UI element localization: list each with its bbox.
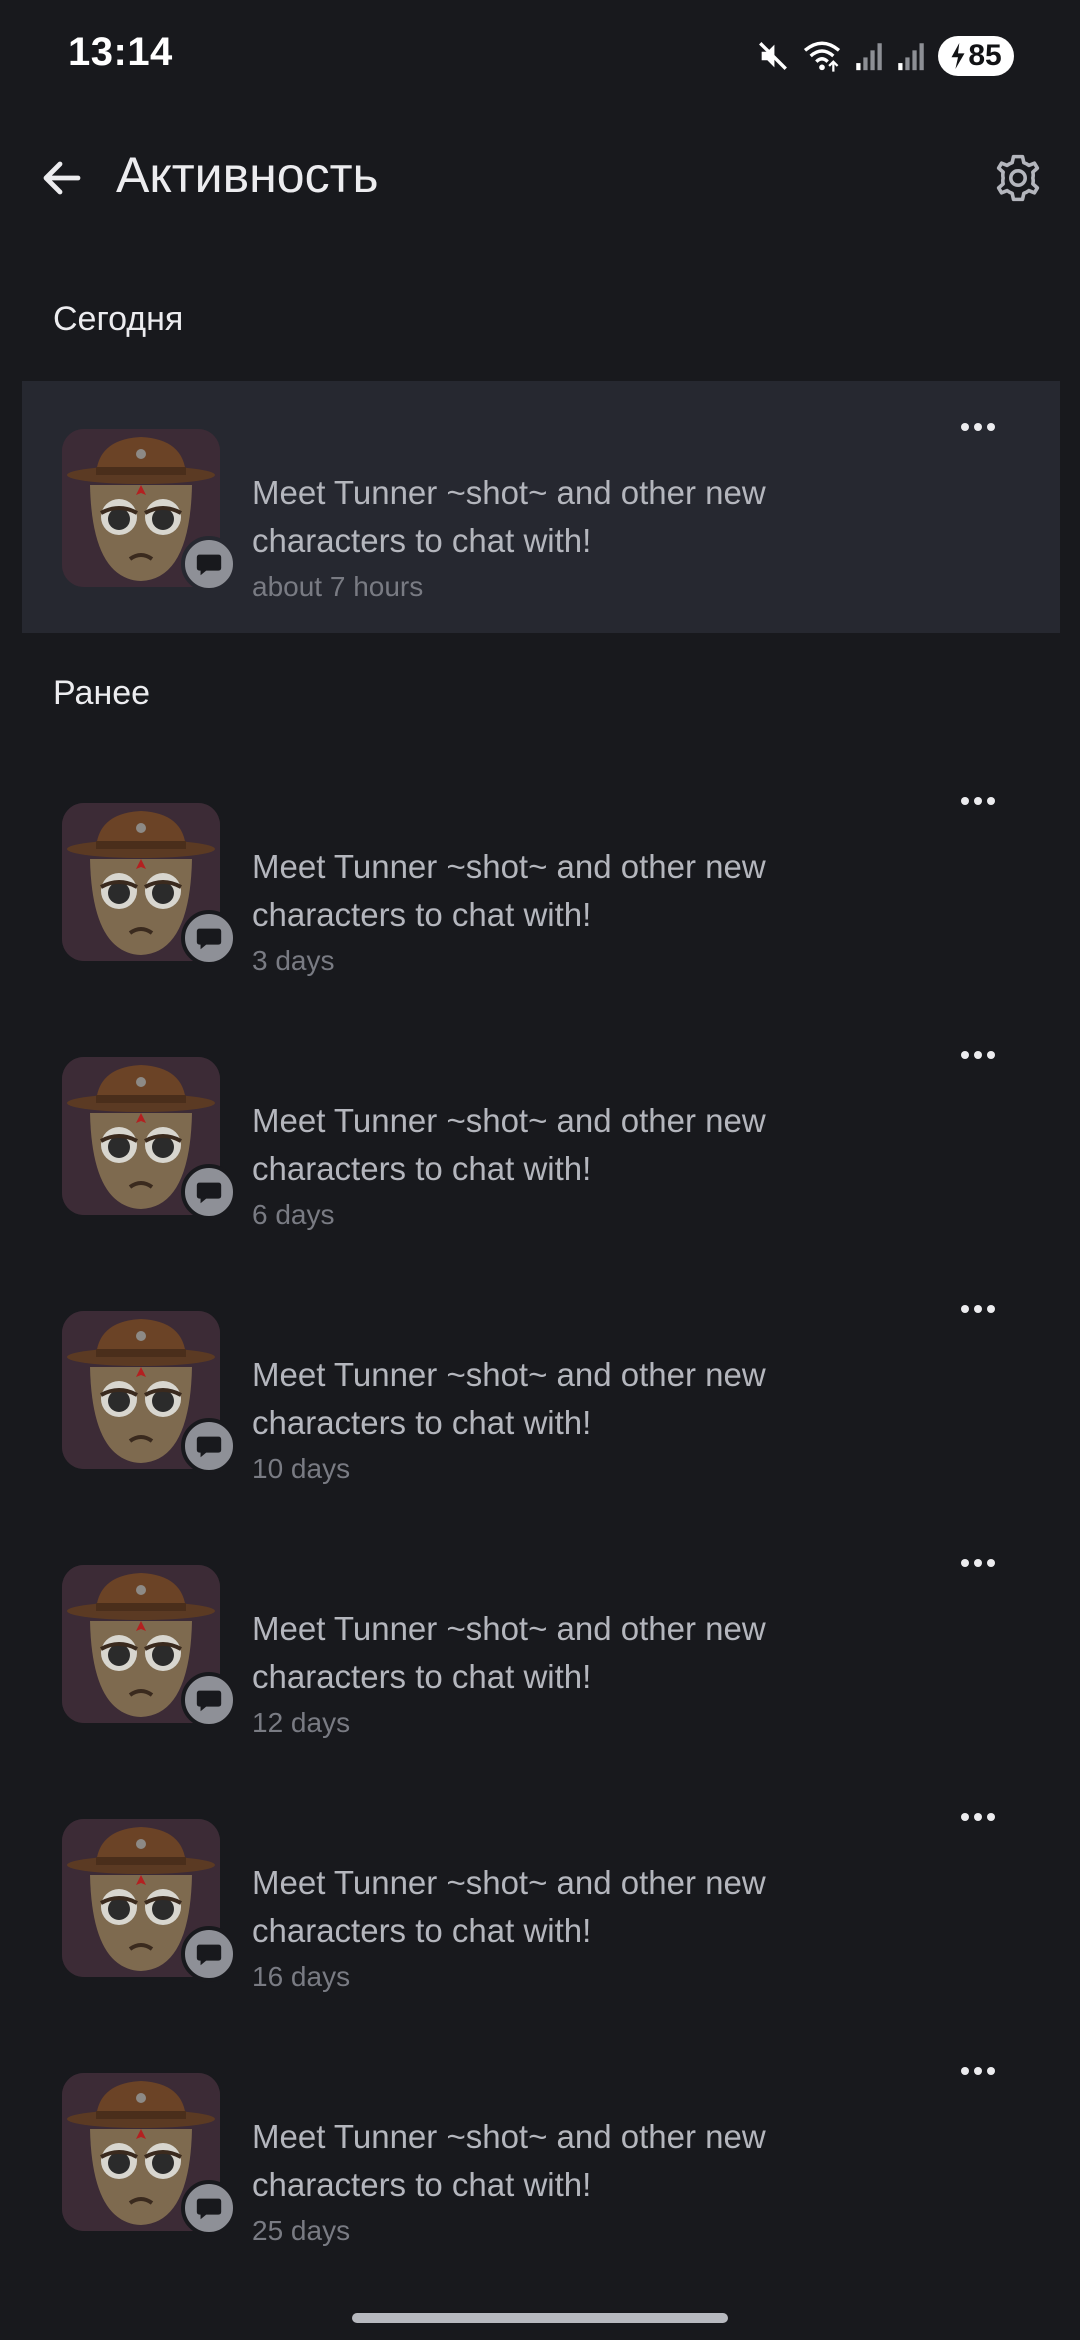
chat-bubble-icon <box>181 1672 237 1728</box>
notification-time: 16 days <box>252 1961 351 1992</box>
battery-level: 85 <box>968 39 1002 72</box>
notification-text: Meet Tunner ~shot~ and other new charact… <box>252 1864 766 1949</box>
wifi-icon <box>802 39 842 73</box>
more-options-button[interactable] <box>940 1031 1016 1081</box>
more-options-button[interactable] <box>940 777 1016 827</box>
chat-bubble-icon <box>181 2180 237 2236</box>
notification-time: 25 days <box>252 2215 351 2246</box>
more-options-button[interactable] <box>940 2047 1016 2097</box>
home-indicator[interactable] <box>352 2313 728 2323</box>
notification-time: about 7 hours <box>252 571 424 602</box>
notification-text: Meet Tunner ~shot~ and other new charact… <box>252 1610 766 1695</box>
status-icons: 85 <box>756 34 1014 78</box>
settings-button[interactable] <box>986 148 1050 212</box>
more-dots-icon <box>960 2063 996 2081</box>
more-dots-icon <box>960 1555 996 1573</box>
notification-time: 3 days <box>252 945 335 976</box>
more-dots-icon <box>960 1047 996 1065</box>
notification-item[interactable]: Meet Tunner ~shot~ and other new charact… <box>22 1009 1060 1261</box>
chat-bubble-icon <box>181 536 237 592</box>
notification-item[interactable]: Meet Tunner ~shot~ and other new charact… <box>22 381 1060 633</box>
notification-item[interactable]: Meet Tunner ~shot~ and other new charact… <box>22 755 1060 1007</box>
page-title: Активность <box>116 147 379 203</box>
more-dots-icon <box>960 1809 996 1827</box>
signal-icon <box>896 39 926 73</box>
notification-time: 10 days <box>252 1453 351 1484</box>
status-bar: 13:14 85 <box>0 0 1080 120</box>
more-dots-icon <box>960 1301 996 1319</box>
back-button[interactable] <box>30 148 94 212</box>
more-options-button[interactable] <box>940 1539 1016 1589</box>
battery-indicator: 85 <box>938 36 1014 76</box>
notification-time: 12 days <box>252 1707 351 1738</box>
more-dots-icon <box>960 419 996 437</box>
mute-icon <box>756 39 790 73</box>
chat-bubble-icon <box>181 1418 237 1474</box>
signal-icon <box>854 39 884 73</box>
notification-item[interactable]: Meet Tunner ~shot~ and other new charact… <box>22 1263 1060 1515</box>
gear-icon <box>991 151 1045 210</box>
section-header-today: Сегодня <box>53 300 184 338</box>
app-bar: Активность <box>0 120 1080 240</box>
notification-text: Meet Tunner ~shot~ and other new charact… <box>252 848 766 933</box>
notification-time: 6 days <box>252 1199 335 1230</box>
notification-text: Meet Tunner ~shot~ and other new charact… <box>252 1356 766 1441</box>
section-header-earlier: Ранее <box>53 674 151 712</box>
chat-bubble-icon <box>181 1926 237 1982</box>
notification-item[interactable]: Meet Tunner ~shot~ and other new charact… <box>22 1771 1060 2023</box>
notification-item[interactable]: Meet Tunner ~shot~ and other new charact… <box>22 1517 1060 1769</box>
chat-bubble-icon <box>181 1164 237 1220</box>
chat-bubble-icon <box>181 910 237 966</box>
status-time: 13:14 <box>68 30 173 74</box>
notification-text: Meet Tunner ~shot~ and other new charact… <box>252 1102 766 1187</box>
notification-text: Meet Tunner ~shot~ and other new charact… <box>252 474 766 559</box>
battery-charging-icon <box>950 43 966 69</box>
notification-text: Meet Tunner ~shot~ and other new charact… <box>252 2118 766 2203</box>
more-options-button[interactable] <box>940 1285 1016 1335</box>
more-options-button[interactable] <box>940 403 1016 453</box>
more-dots-icon <box>960 793 996 811</box>
arrow-left-icon <box>38 154 86 207</box>
notification-item[interactable]: Meet Tunner ~shot~ and other new charact… <box>22 2025 1060 2277</box>
more-options-button[interactable] <box>940 1793 1016 1843</box>
